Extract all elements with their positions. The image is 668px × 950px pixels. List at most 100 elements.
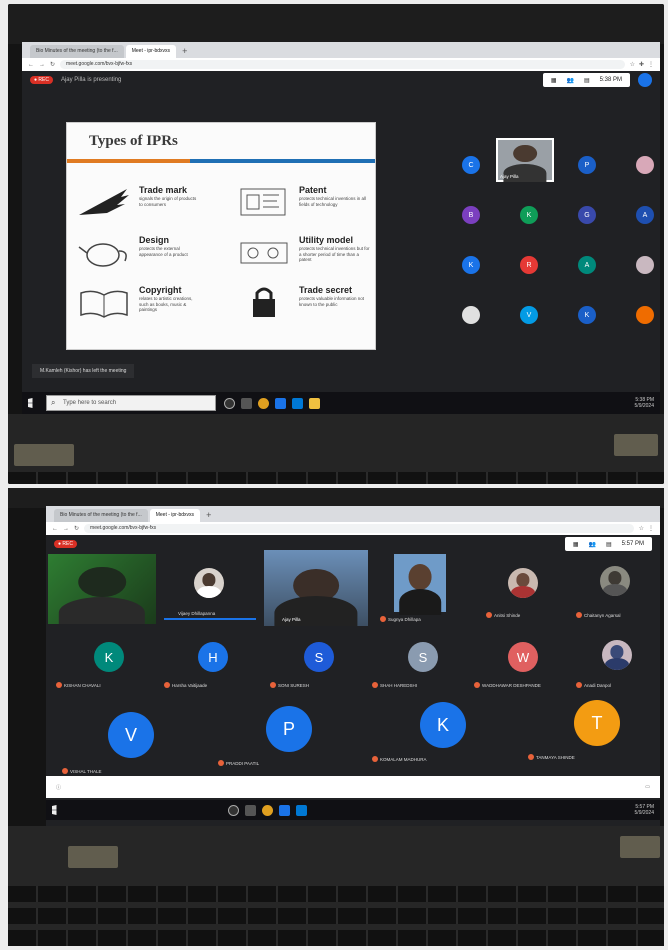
participant-name-text: Sugnya Dhillapa: [388, 616, 421, 622]
edge-icon[interactable]: [279, 804, 290, 816]
reload-icon[interactable]: ↻: [50, 61, 55, 68]
ipr-desc: protects technical inventions but for a …: [299, 246, 370, 262]
grid-cell[interactable]: R: [500, 240, 558, 290]
mic-off-icon: [62, 768, 68, 774]
grid-cell[interactable]: [616, 290, 660, 340]
meeting-info-icon[interactable]: ⓘ: [56, 784, 61, 791]
windows-taskbar: Type here to search 5:38 PM 5/9/2024: [22, 392, 660, 414]
star-icon[interactable]: ☆: [639, 525, 644, 532]
address-bar: ← → ↻ meet.google.com/bvx-bjfw-fxs ☆ ✚ ⋮: [22, 58, 660, 71]
url-field[interactable]: meet.google.com/bvx-bjfw-fxs: [84, 524, 634, 533]
folder-icon[interactable]: [309, 397, 320, 409]
chat-icon[interactable]: ▤: [606, 541, 612, 548]
url-field[interactable]: meet.google.com/bvx-bjfw-fxs: [60, 60, 625, 69]
participant-avatar[interactable]: K: [94, 642, 124, 672]
back-icon[interactable]: ←: [52, 526, 58, 532]
grid-cell[interactable]: A: [616, 190, 660, 240]
windows-start-icon[interactable]: [28, 398, 33, 408]
reload-icon[interactable]: ↻: [74, 525, 79, 532]
grid-cell[interactable]: G: [558, 190, 616, 240]
edge-icon[interactable]: [275, 397, 286, 409]
video-tile[interactable]: Ajay Pilla: [264, 550, 368, 626]
participant-avatar[interactable]: H: [198, 642, 228, 672]
participant-photo[interactable]: [602, 640, 632, 670]
tab-meet[interactable]: Meet - ipr-bdxvxs: [149, 509, 201, 522]
grid-cell[interactable]: K: [500, 190, 558, 240]
video-tile[interactable]: Vijaey Dhillapanna: [160, 554, 260, 624]
mail-icon[interactable]: [292, 397, 303, 409]
laptop-bezel: [8, 488, 664, 508]
user-avatar[interactable]: [638, 73, 652, 87]
ipr-desc: protects technical inventions in all fie…: [299, 196, 367, 207]
windows-start-icon[interactable]: [52, 805, 57, 815]
taskbar-search[interactable]: Type here to search: [46, 395, 216, 411]
grid-icon[interactable]: ▦: [573, 541, 579, 548]
participant-avatar[interactable]: K: [420, 702, 466, 748]
tab-meet[interactable]: Meet - ipr-bdxvxs: [125, 45, 177, 58]
grid-cell[interactable]: P: [558, 140, 616, 190]
back-icon[interactable]: ←: [28, 62, 34, 68]
participant-photo: [636, 156, 654, 174]
cortana-icon[interactable]: [224, 397, 235, 409]
participant-avatar: A: [636, 206, 654, 224]
tray-date: 5/9/2024: [634, 403, 654, 409]
grid-cell[interactable]: K: [442, 240, 500, 290]
chrome-icon[interactable]: [258, 397, 269, 409]
video-tile[interactable]: Chaitanyn Agarsal: [572, 554, 658, 624]
participant-avatar[interactable]: P: [266, 706, 312, 752]
ipr-desc: relates to artistic creations, such as b…: [139, 296, 193, 312]
menu-icon[interactable]: ⋮: [648, 61, 654, 68]
star-icon[interactable]: ☆: [630, 61, 635, 68]
puzzle-icon[interactable]: ✚: [639, 61, 644, 68]
cortana-icon[interactable]: [228, 804, 239, 816]
video-tile[interactable]: Anitsi Shinde: [476, 554, 568, 624]
grid-cell[interactable]: [616, 140, 660, 190]
new-tab-icon[interactable]: +: [178, 45, 191, 58]
grid-cell[interactable]: K: [558, 290, 616, 340]
browser-tabstrip: Bio Minutes of the meeting (to the f... …: [46, 506, 660, 522]
participant-face: [610, 645, 624, 659]
grid-cell[interactable]: [500, 140, 558, 190]
people-icon[interactable]: 👥: [588, 541, 595, 548]
meet-status-box: ▦ 👥 ▤ 5:38 PM: [542, 73, 630, 87]
ipr-name: Patent: [299, 185, 327, 195]
task-view-icon[interactable]: [241, 397, 252, 409]
participant-avatar[interactable]: S: [408, 642, 438, 672]
present-now-icon[interactable]: ▭: [645, 784, 650, 790]
participant-avatar: R: [520, 256, 538, 274]
participant-name-text: PRADDI PAATIL: [226, 760, 260, 766]
people-icon[interactable]: 👥: [566, 77, 573, 84]
participant-photo: [600, 566, 630, 596]
chrome-icon[interactable]: [262, 804, 273, 816]
participant-avatar[interactable]: V: [108, 712, 154, 758]
participant-avatar[interactable]: W: [508, 642, 538, 672]
grid-cell[interactable]: V: [500, 290, 558, 340]
system-tray: 5:38 PM 5/9/2024: [635, 397, 654, 409]
participant-avatar[interactable]: S: [304, 642, 334, 672]
video-tile[interactable]: Sugnya Dhillapa: [372, 554, 472, 624]
task-view-icon[interactable]: [245, 804, 256, 816]
mail-icon[interactable]: [296, 804, 307, 816]
grid-cell[interactable]: B: [442, 190, 500, 240]
participant-photo: [636, 306, 654, 324]
participant-avatar: K: [462, 256, 480, 274]
participant-avatar[interactable]: T: [574, 700, 620, 746]
forward-icon[interactable]: →: [63, 526, 69, 532]
tab-docs[interactable]: Bio Minutes of the meeting (to the f...: [54, 509, 148, 522]
participant-name: PRADDI PAATIL: [218, 760, 259, 766]
video-tile[interactable]: [48, 554, 156, 624]
chat-icon[interactable]: ▤: [584, 77, 590, 84]
new-tab-icon[interactable]: +: [202, 509, 215, 522]
grid-cell[interactable]: [616, 240, 660, 290]
participant-name: TANMAYA SHINDE: [528, 754, 575, 760]
tab-docs[interactable]: Bio Minutes of the meeting (to the f...: [30, 45, 124, 58]
grid-cell[interactable]: [442, 290, 500, 340]
participant-avatar: C: [462, 156, 480, 174]
ipr-desc: protects the external appearance of a pr…: [139, 246, 188, 257]
menu-icon[interactable]: ⋮: [648, 525, 654, 532]
forward-icon[interactable]: →: [39, 62, 45, 68]
grid-icon[interactable]: ▦: [551, 77, 557, 84]
ipr-trade-secret: Trade secret protects valuable informati…: [253, 285, 371, 317]
grid-cell[interactable]: C: [442, 140, 500, 190]
grid-cell[interactable]: A: [558, 240, 616, 290]
